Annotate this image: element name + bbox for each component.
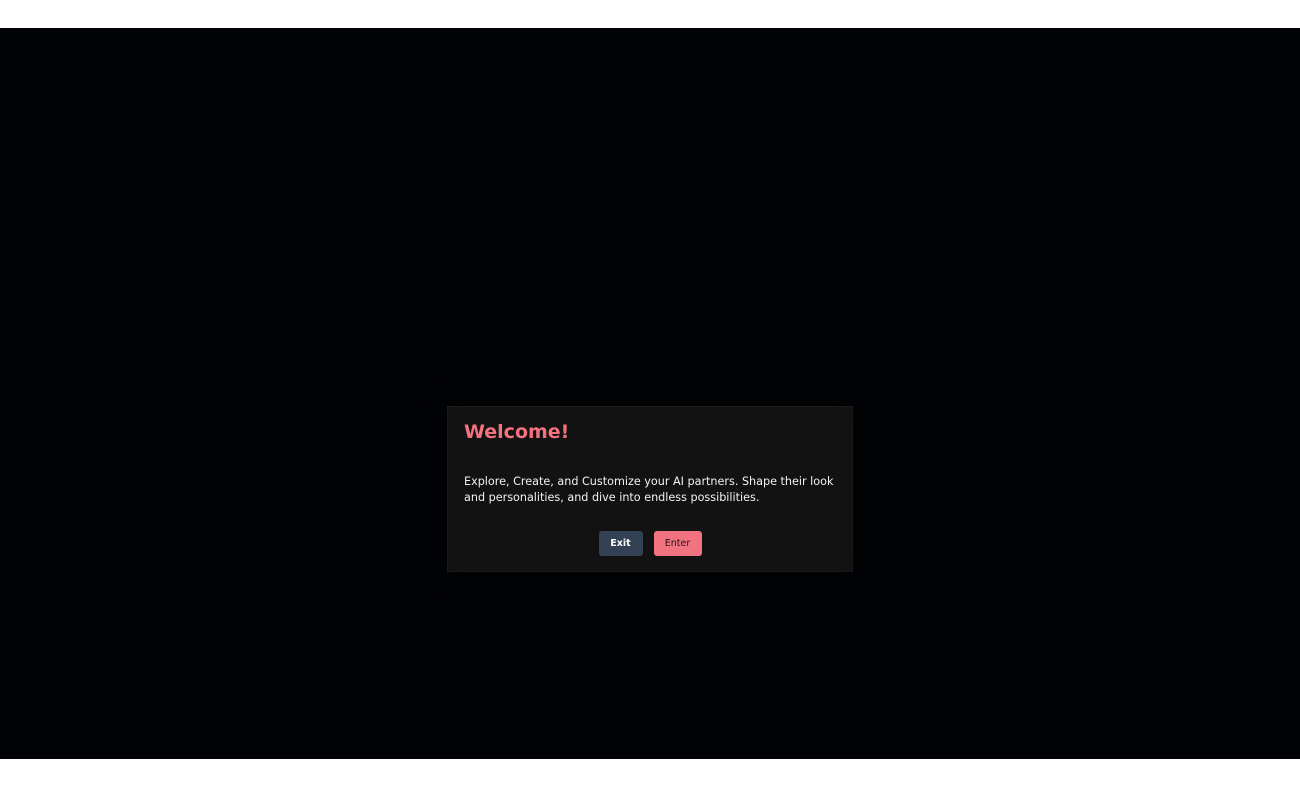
app-backdrop: Welcome! Explore, Create, and Customize … [0,28,1300,759]
dialog-actions: Exit Enter [448,531,852,556]
dialog-title: Welcome! [464,421,570,443]
welcome-dialog: Welcome! Explore, Create, and Customize … [447,406,853,572]
exit-button[interactable]: Exit [598,531,643,556]
dialog-message: Explore, Create, and Customize your AI p… [464,475,834,504]
enter-button[interactable]: Enter [653,531,702,556]
